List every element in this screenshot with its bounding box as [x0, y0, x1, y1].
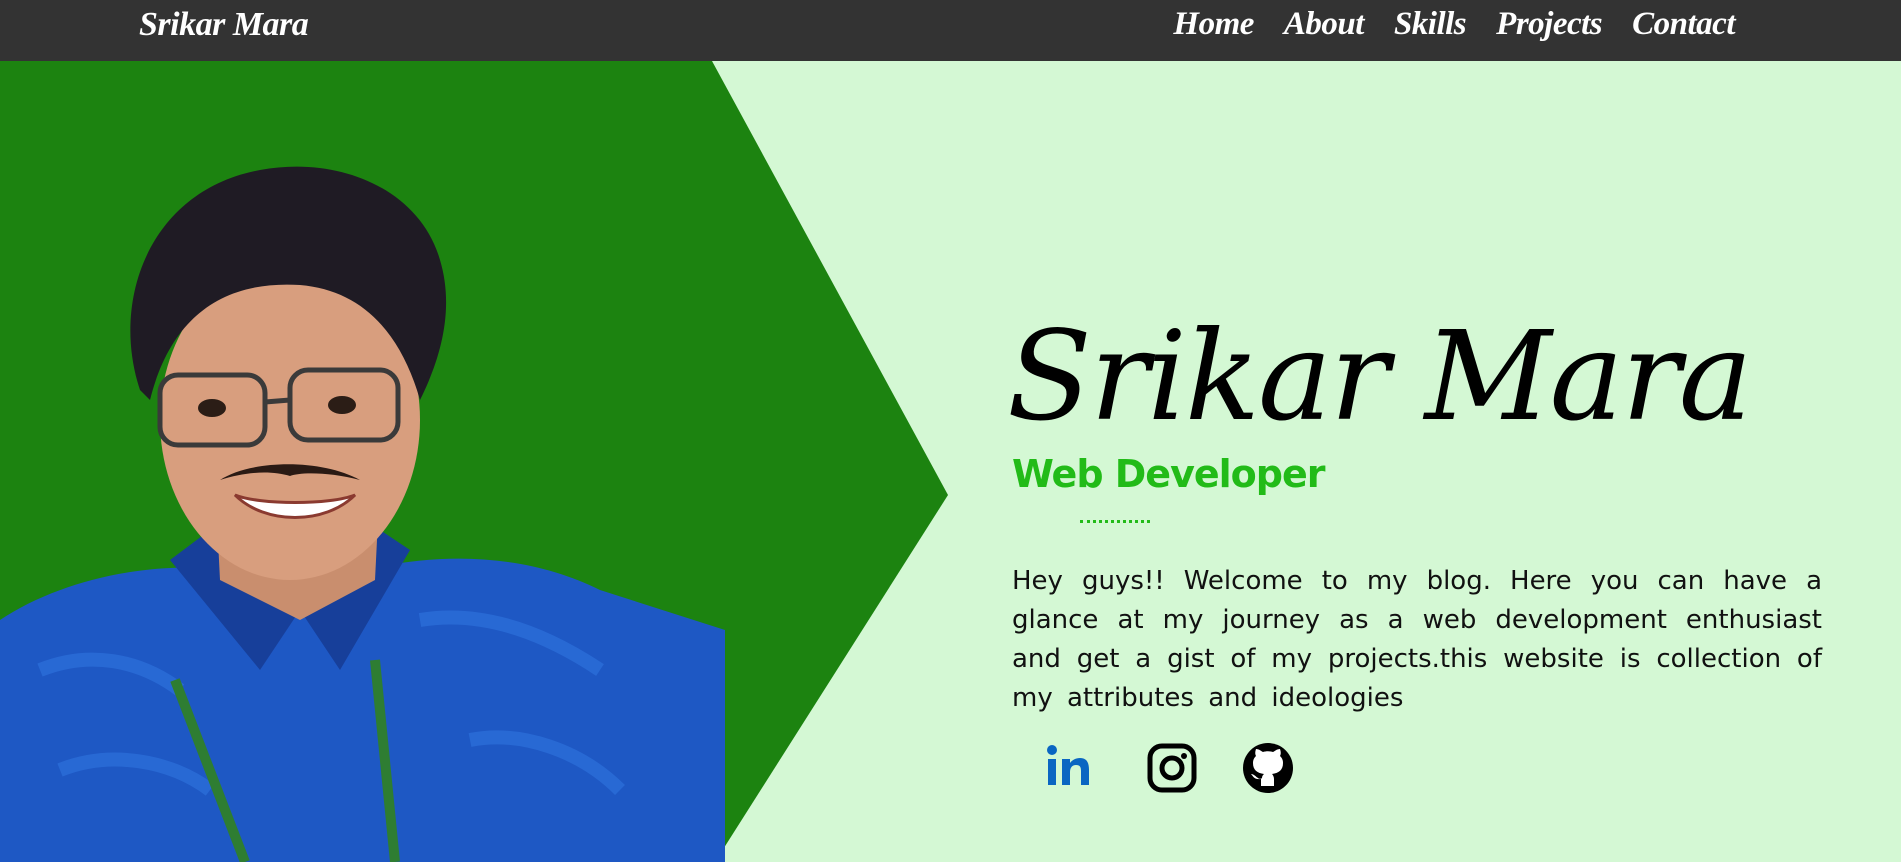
hero-name: Srikar Mara [1007, 305, 1753, 449]
nav-link-skills[interactable]: Skills [1394, 6, 1467, 43]
hero-bio: Hey guys!! Welcome to my blog. Here you … [1012, 566, 1822, 713]
nav-link-contact[interactable]: Contact [1632, 6, 1735, 43]
hero-role: Web Developer [1012, 452, 1325, 496]
nav-link-projects[interactable]: Projects [1496, 6, 1602, 43]
instagram-icon[interactable] [1144, 740, 1200, 796]
linkedin-icon[interactable] [1040, 740, 1096, 796]
nav-links: Home About Skills Projects Contact [1173, 6, 1735, 43]
navbar: Srikar Mara Home About Skills Projects C… [0, 0, 1901, 61]
profile-photo [0, 166, 725, 862]
github-icon[interactable] [1240, 740, 1296, 796]
nav-link-about[interactable]: About [1284, 6, 1365, 43]
brand-logo[interactable]: Srikar Mara [139, 6, 309, 44]
typing-cursor [1080, 520, 1150, 526]
nav-link-home[interactable]: Home [1173, 6, 1254, 43]
